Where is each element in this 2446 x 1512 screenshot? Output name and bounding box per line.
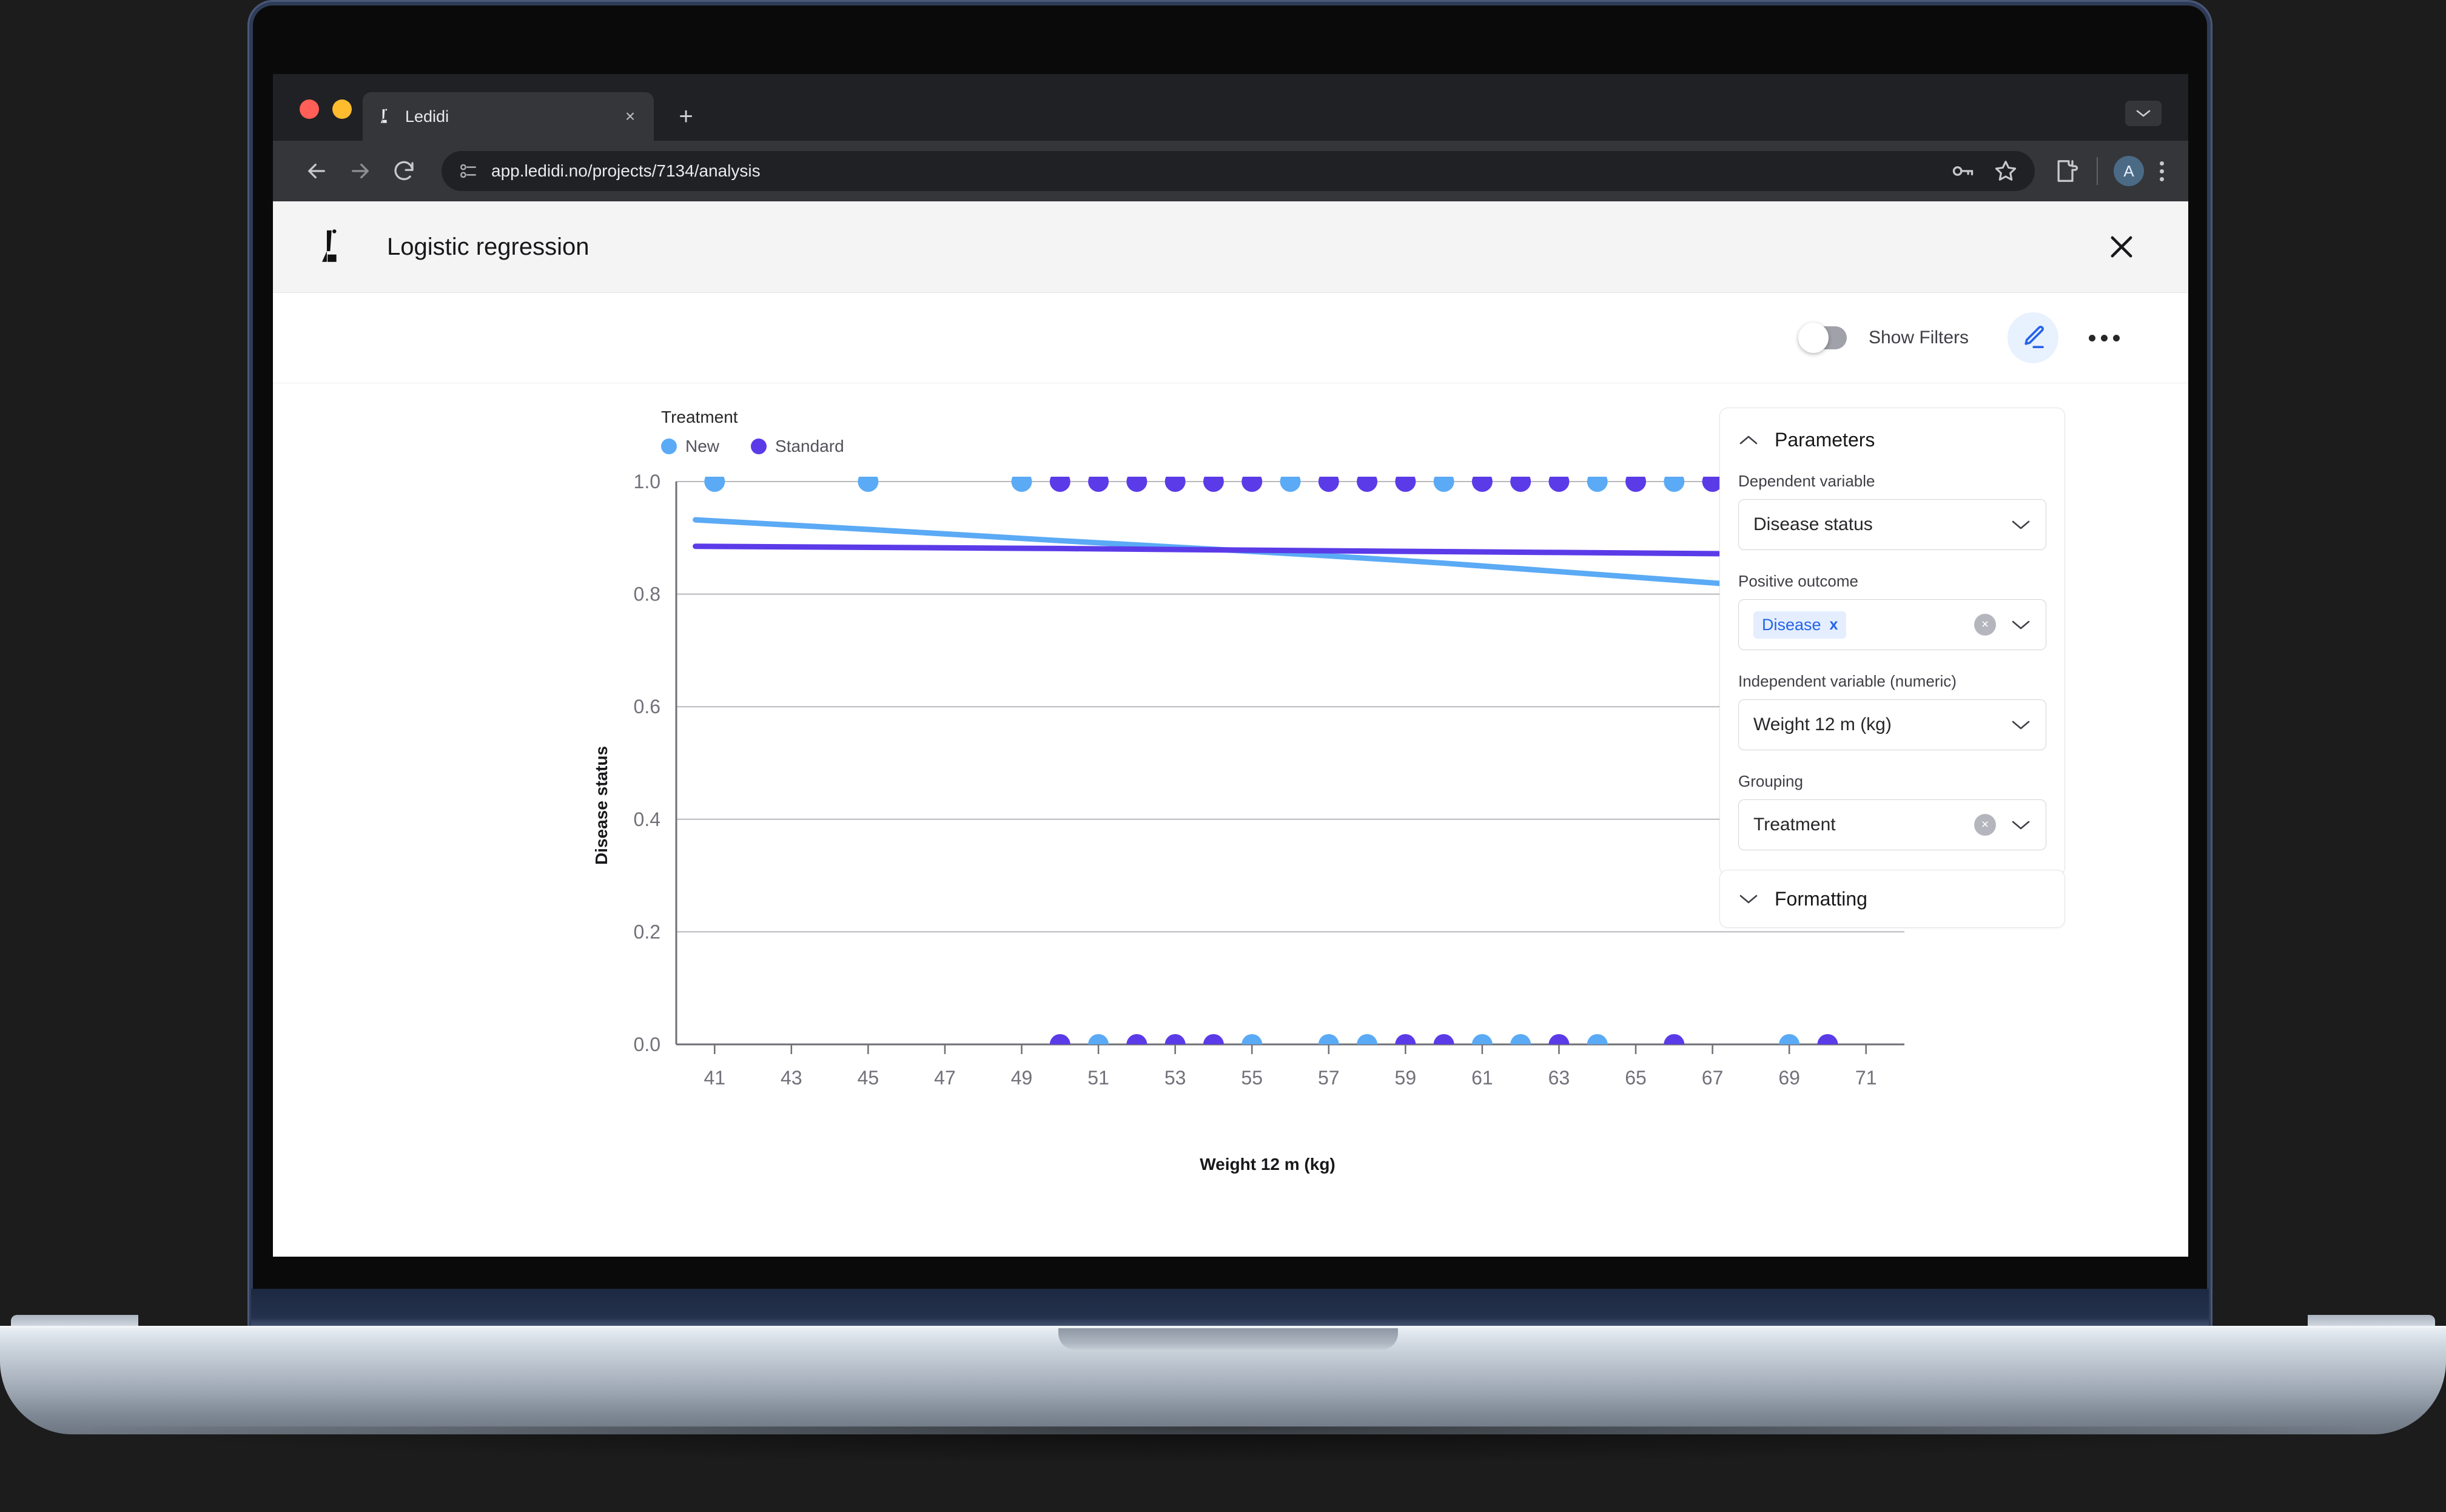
formatting-panel[interactable]: Formatting: [1719, 870, 2065, 928]
independent-variable-label: Independent variable (numeric): [1738, 672, 2046, 691]
chevron-down-icon: [1738, 892, 1759, 906]
laptop-base-notch: [1058, 1328, 1398, 1350]
profile-avatar[interactable]: A: [2114, 156, 2144, 186]
svg-text:41: 41: [704, 1067, 725, 1089]
show-filters-label: Show Filters: [1869, 328, 1969, 348]
url-text: app.ledidi.no/projects/7134/analysis: [491, 161, 1949, 181]
clear-icon[interactable]: ×: [1974, 614, 1996, 636]
minimize-window-button[interactable]: [332, 99, 352, 119]
toolbar-divider: [2097, 157, 2098, 185]
analysis-body: Treatment New Standard Disease status We…: [273, 383, 2188, 1257]
independent-variable-value: Weight 12 m (kg): [1753, 714, 2011, 735]
bookmark-star-icon[interactable]: [1992, 158, 2019, 184]
positive-outcome-select[interactable]: Disease x ×: [1738, 599, 2046, 650]
x-axis-label: Weight 12 m (kg): [613, 1155, 1923, 1174]
svg-text:51: 51: [1087, 1067, 1109, 1089]
browser-tab[interactable]: Ledidi ×: [363, 92, 654, 141]
show-filters-toggle[interactable]: [1801, 326, 1847, 349]
close-window-button[interactable]: [300, 99, 319, 119]
svg-text:0.4: 0.4: [634, 808, 660, 830]
screenshot-stage: Ledidi × +: [0, 0, 2446, 1512]
browser-menu-icon[interactable]: [2160, 161, 2164, 181]
edit-button[interactable]: [2008, 312, 2058, 363]
legend-item-new[interactable]: New: [661, 437, 719, 456]
more-options-button[interactable]: [2083, 317, 2125, 359]
positive-outcome-label: Positive outcome: [1738, 572, 2046, 591]
chevron-down-icon: [2011, 618, 2031, 631]
chevron-down-icon: [2011, 718, 2031, 731]
close-icon[interactable]: [2106, 231, 2137, 263]
laptop-shadow: [91, 1426, 2355, 1463]
tab-close-icon[interactable]: ×: [620, 108, 640, 125]
ledidi-app: Logistic regression Show Filters: [273, 201, 2188, 1257]
chart-legend: New Standard: [661, 437, 844, 456]
browser-toolbar-actions: A: [2053, 156, 2164, 186]
new-tab-button[interactable]: +: [673, 104, 699, 129]
legend-swatch-new: [661, 438, 677, 454]
svg-text:0.0: 0.0: [634, 1033, 660, 1055]
grouping-value: Treatment: [1753, 815, 1974, 835]
address-bar[interactable]: app.ledidi.no/projects/7134/analysis: [442, 151, 2035, 191]
legend-swatch-standard: [751, 438, 767, 454]
back-icon[interactable]: [295, 149, 338, 193]
tab-title: Ledidi: [405, 107, 620, 126]
chevron-down-icon: [2011, 818, 2031, 832]
svg-text:49: 49: [1011, 1067, 1033, 1089]
parameters-panel: Parameters Dependent variable Disease st…: [1719, 408, 2065, 875]
chevron-down-icon: [2011, 518, 2031, 531]
svg-text:0.8: 0.8: [634, 583, 660, 605]
pencil-icon: [2018, 323, 2048, 352]
dependent-variable-label: Dependent variable: [1738, 472, 2046, 491]
toggle-knob: [1798, 323, 1829, 353]
svg-text:71: 71: [1855, 1067, 1877, 1089]
svg-text:0.2: 0.2: [634, 921, 660, 942]
svg-text:57: 57: [1318, 1067, 1340, 1089]
extensions-puzzle-icon[interactable]: [2053, 157, 2081, 185]
browser-toolbar: app.ledidi.no/projects/7134/analysis A: [273, 141, 2188, 201]
parameters-label: Parameters: [1775, 429, 1875, 451]
legend-label-standard: Standard: [775, 437, 844, 456]
svg-text:47: 47: [934, 1067, 956, 1089]
legend-title: Treatment: [661, 408, 738, 427]
svg-text:65: 65: [1625, 1067, 1647, 1089]
svg-text:43: 43: [781, 1067, 802, 1089]
svg-text:45: 45: [858, 1067, 879, 1089]
password-key-icon[interactable]: [1949, 158, 1975, 184]
analysis-toolbar: Show Filters: [273, 293, 2188, 383]
chevron-up-icon: [1738, 434, 1759, 447]
legend-label-new: New: [685, 437, 719, 456]
laptop-screen: Ledidi × +: [273, 74, 2188, 1257]
grouping-select[interactable]: Treatment ×: [1738, 799, 2046, 850]
parameters-panel-header[interactable]: Parameters: [1738, 429, 2046, 451]
chip-label: Disease: [1762, 616, 1821, 634]
grouping-label: Grouping: [1738, 772, 2046, 791]
chip-remove-icon[interactable]: x: [1830, 616, 1838, 634]
site-settings-icon[interactable]: [457, 161, 478, 181]
svg-text:69: 69: [1778, 1067, 1800, 1089]
app-header: Logistic regression: [273, 201, 2188, 293]
clear-icon[interactable]: ×: [1974, 814, 1996, 836]
svg-text:67: 67: [1702, 1067, 1724, 1089]
svg-text:55: 55: [1241, 1067, 1263, 1089]
ledidi-logo-icon: [314, 228, 349, 266]
svg-text:53: 53: [1164, 1067, 1186, 1089]
dependent-variable-select[interactable]: Disease status: [1738, 499, 2046, 550]
svg-text:1.0: 1.0: [634, 471, 660, 492]
reload-icon[interactable]: [382, 149, 426, 193]
tab-list-chevron-down-icon[interactable]: [2125, 101, 2162, 126]
svg-text:61: 61: [1471, 1067, 1493, 1089]
svg-text:59: 59: [1395, 1067, 1417, 1089]
forward-icon[interactable]: [338, 149, 382, 193]
positive-outcome-chip[interactable]: Disease x: [1753, 611, 1846, 639]
svg-text:0.6: 0.6: [634, 696, 660, 717]
browser-tabstrip: Ledidi × +: [273, 74, 2188, 141]
y-axis-label: Disease status: [592, 746, 611, 865]
legend-item-standard[interactable]: Standard: [751, 437, 844, 456]
dependent-variable-value: Disease status: [1753, 514, 2011, 535]
ledidi-favicon: [376, 107, 394, 126]
svg-text:63: 63: [1548, 1067, 1570, 1089]
independent-variable-select[interactable]: Weight 12 m (kg): [1738, 699, 2046, 750]
formatting-label: Formatting: [1775, 888, 1867, 910]
page-title: Logistic regression: [387, 234, 590, 261]
